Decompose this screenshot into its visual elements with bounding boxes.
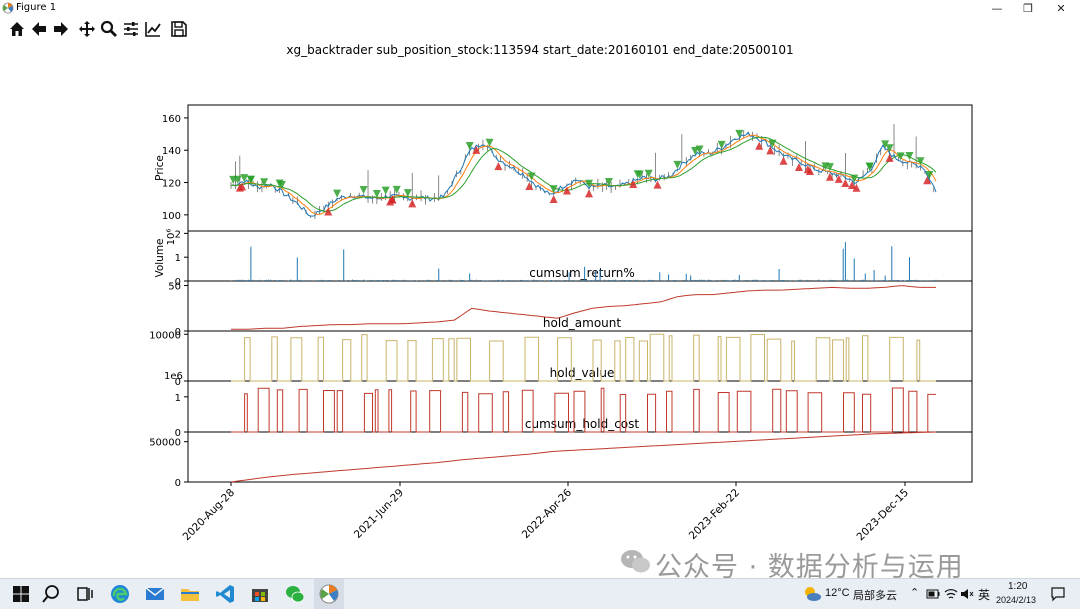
buy-marker bbox=[408, 199, 417, 208]
home-icon[interactable] bbox=[8, 20, 26, 38]
vscode-icon[interactable] bbox=[214, 583, 236, 605]
wifi-icon[interactable] bbox=[944, 587, 958, 601]
y-tick-label: 1 bbox=[175, 393, 181, 404]
buy-marker bbox=[766, 146, 775, 155]
wechat-icon[interactable] bbox=[284, 583, 306, 605]
task-view-icon[interactable] bbox=[74, 583, 96, 605]
sell-marker bbox=[333, 189, 342, 198]
input-method-indicator[interactable]: 英 bbox=[978, 586, 990, 603]
minimize-button[interactable]: — bbox=[982, 0, 1012, 17]
y-tick-label: 1 bbox=[175, 253, 181, 264]
close-button[interactable]: ✕ bbox=[1046, 0, 1076, 17]
window-title: Figure 1 bbox=[16, 2, 57, 13]
weather-description[interactable]: 局部多云 bbox=[853, 587, 897, 603]
buy-marker bbox=[779, 156, 788, 165]
subplot-title: hold_value bbox=[550, 366, 615, 380]
buy-marker bbox=[841, 178, 850, 187]
configure-subplots-icon[interactable] bbox=[122, 20, 140, 38]
cumsum-hold-cost-line bbox=[230, 431, 937, 483]
speaker-mute-icon[interactable] bbox=[960, 587, 974, 601]
x-tick-label: 2023-Feb-22 bbox=[687, 487, 742, 542]
buy-marker bbox=[653, 180, 662, 189]
y-axis-label: Volume bbox=[154, 238, 166, 277]
notification-icon[interactable] bbox=[1050, 586, 1066, 602]
subplot-title: cumsum_return% bbox=[529, 266, 635, 280]
battery-icon[interactable] bbox=[926, 588, 940, 600]
search-icon[interactable] bbox=[40, 583, 62, 605]
subplot-title: cumsum_hold_cost bbox=[525, 417, 640, 431]
sell-marker bbox=[735, 129, 744, 138]
buy-marker bbox=[585, 189, 594, 198]
x-tick-label: 2021-Jun-29 bbox=[352, 487, 406, 541]
buy-marker bbox=[885, 153, 894, 162]
matplotlib-logo-icon bbox=[2, 2, 14, 14]
edit-axis-icon[interactable] bbox=[144, 20, 162, 38]
restore-button[interactable]: ❐ bbox=[1013, 0, 1043, 17]
sell-marker bbox=[768, 139, 777, 148]
figure-canvas[interactable]: xg_backtrader sub_position_stock:113594 … bbox=[0, 41, 1080, 578]
matplotlib-taskbar-active[interactable] bbox=[314, 579, 344, 609]
buy-marker bbox=[549, 194, 558, 203]
file-explorer-icon[interactable] bbox=[179, 583, 201, 605]
subplot-panels: 160140120100Price210Volume10⁶500cumsum_r… bbox=[149, 104, 973, 489]
weather-partly-cloudy-icon[interactable] bbox=[802, 584, 822, 604]
forward-icon[interactable] bbox=[52, 20, 70, 38]
y-tick-label: 50 bbox=[168, 282, 181, 293]
save-icon[interactable] bbox=[170, 20, 188, 38]
tray-overflow-chevron-icon[interactable]: ⌃ bbox=[910, 586, 919, 599]
sell-marker bbox=[359, 185, 368, 194]
y-tick-label: 160 bbox=[162, 114, 181, 125]
weather-temperature[interactable]: 12°C bbox=[825, 587, 850, 599]
buy-marker bbox=[755, 141, 764, 150]
buy-marker bbox=[494, 162, 503, 171]
matplotlib-taskbar-icon bbox=[319, 584, 339, 604]
y-tick-label: 50000 bbox=[149, 438, 181, 449]
window-titlebar: Figure 1 — ❐ ✕ bbox=[0, 0, 1080, 17]
y-tick-label: 100 bbox=[162, 211, 181, 222]
edge-browser-icon[interactable] bbox=[109, 583, 131, 605]
axes-frame-cumsum_hold_cost bbox=[187, 431, 973, 483]
navigation-toolbar bbox=[0, 17, 1080, 41]
x-tick-label: 2020-Aug-28 bbox=[181, 487, 238, 544]
x-tick-label: 2023-Dec-15 bbox=[855, 487, 912, 544]
sell-marker bbox=[392, 185, 401, 194]
back-icon[interactable] bbox=[30, 20, 48, 38]
clock-date[interactable]: 2024/2/13 bbox=[996, 595, 1036, 605]
clock-time[interactable]: 1:20 bbox=[1008, 581, 1027, 592]
pan-icon[interactable] bbox=[78, 20, 96, 38]
y-axis-label: Price bbox=[154, 155, 166, 181]
y-tick-label: 0 bbox=[175, 478, 181, 489]
windows-start-icon[interactable] bbox=[10, 583, 32, 605]
figure-suptitle: xg_backtrader sub_position_stock:113594 … bbox=[286, 43, 793, 57]
store-icon[interactable] bbox=[249, 583, 271, 605]
y-tick-label: 10000 bbox=[149, 330, 181, 341]
x-tick-label: 2022-Apr-26 bbox=[520, 486, 575, 541]
x-axis: 2020-Aug-28 2021-Jun-29 2022-Apr-26 2023-Fe… bbox=[181, 482, 912, 544]
mail-icon[interactable] bbox=[144, 583, 166, 605]
y-offset-label: 1e6 bbox=[164, 371, 183, 382]
windows-taskbar: 12°C 局部多云 ⌃ 英 1:20 2024/2/13 bbox=[0, 578, 1080, 609]
buy-marker bbox=[525, 182, 534, 191]
y-offset-label: 10⁶ bbox=[166, 229, 177, 246]
sell-marker bbox=[465, 141, 474, 150]
sell-marker bbox=[381, 186, 390, 195]
zoom-icon[interactable] bbox=[100, 20, 118, 38]
wechat-logo-icon bbox=[621, 550, 650, 573]
